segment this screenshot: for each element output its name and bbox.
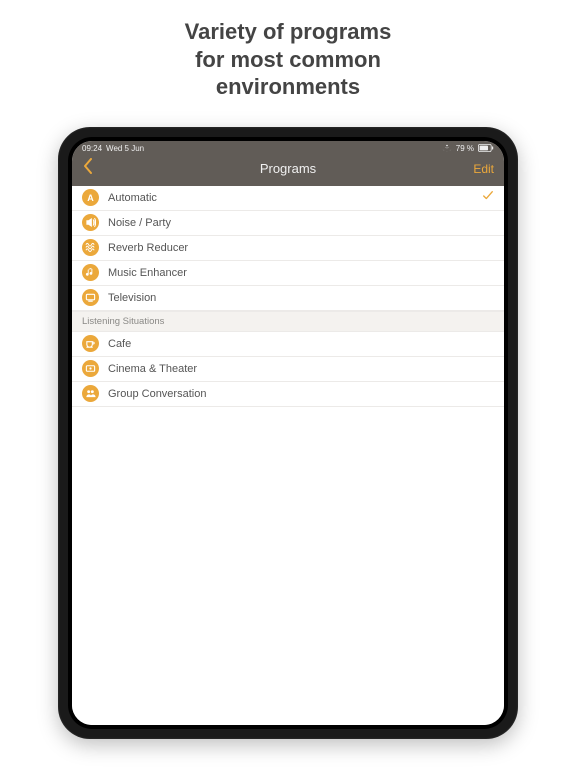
program-row-music[interactable]: Music Enhancer (72, 261, 504, 286)
program-row-reverb[interactable]: Reverb Reducer (72, 236, 504, 261)
battery-text: 79 % (456, 144, 474, 153)
chevron-left-icon (82, 158, 94, 179)
tablet-screen: 09:24 Wed 5 Jun 79 % (72, 141, 504, 725)
back-button[interactable] (82, 158, 132, 179)
program-label: Noise / Party (108, 217, 494, 229)
program-row-television[interactable]: Television (72, 286, 504, 311)
situation-label: Cafe (108, 338, 494, 350)
page-title: Programs (132, 161, 444, 176)
program-row-automatic[interactable]: A Automatic (72, 186, 504, 211)
program-row-noise-party[interactable]: Noise / Party (72, 211, 504, 236)
program-label: Music Enhancer (108, 267, 494, 279)
situation-row-cinema[interactable]: Cinema & Theater (72, 357, 504, 382)
headline-line-3: environments (185, 73, 392, 101)
edit-button[interactable]: Edit (444, 162, 494, 176)
tablet-device-frame: 09:24 Wed 5 Jun 79 % (58, 127, 518, 739)
check-icon (482, 190, 494, 205)
battery-icon (478, 144, 494, 152)
programs-list: A Automatic Noise / Party R (72, 186, 504, 725)
status-right: 79 % (442, 144, 494, 153)
wifi-icon (442, 144, 452, 152)
situation-row-cafe[interactable]: Cafe (72, 332, 504, 357)
group-icon (82, 385, 99, 402)
automatic-icon: A (82, 189, 99, 206)
reverb-icon (82, 239, 99, 256)
headline-line-1: Variety of programs (185, 18, 392, 46)
tablet-bezel: 09:24 Wed 5 Jun 79 % (68, 137, 508, 729)
ticket-icon (82, 360, 99, 377)
situation-label: Cinema & Theater (108, 363, 494, 375)
program-label: Television (108, 292, 494, 304)
program-label: Reverb Reducer (108, 242, 494, 254)
status-time: 09:24 (82, 144, 102, 153)
section-header: Listening Situations (72, 311, 504, 332)
headline-line-2: for most common (185, 46, 392, 74)
marketing-headline: Variety of programs for most common envi… (185, 18, 392, 101)
status-bar: 09:24 Wed 5 Jun 79 % (72, 141, 504, 156)
program-label: Automatic (108, 192, 482, 204)
section-header-label: Listening Situations (82, 316, 164, 327)
situation-label: Group Conversation (108, 388, 494, 400)
cup-icon (82, 335, 99, 352)
tv-icon (82, 289, 99, 306)
nav-bar: Programs Edit (72, 156, 504, 186)
music-icon (82, 264, 99, 281)
status-date: Wed 5 Jun (106, 144, 144, 153)
situation-row-group[interactable]: Group Conversation (72, 382, 504, 407)
sound-icon (82, 214, 99, 231)
status-left: 09:24 Wed 5 Jun (82, 144, 144, 153)
